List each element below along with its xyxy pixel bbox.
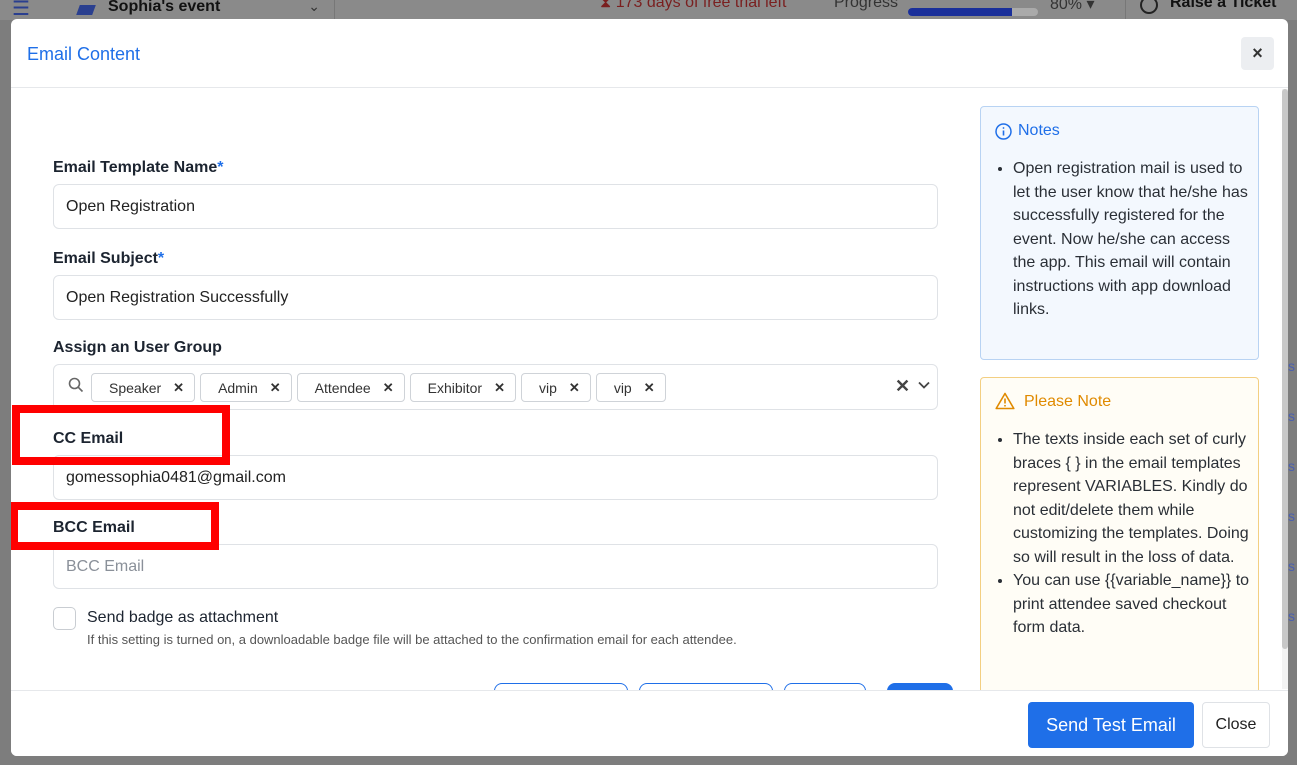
template-name-label: Email Template Name* — [53, 159, 224, 176]
remove-tag-icon[interactable]: ✕ — [494, 380, 505, 396]
warning-icon — [995, 392, 1015, 410]
close-button[interactable]: Close — [1202, 702, 1270, 748]
app-header: ☰ Sophia's event ⌄ ⧗ 173 days of free tr… — [0, 0, 1297, 20]
modal-title: Email Content — [27, 44, 141, 64]
badge-attachment-label: Send badge as attachment — [87, 609, 279, 626]
menu-icon[interactable]: ☰ — [12, 0, 30, 21]
note-item: Open registration mail is used to let th… — [1013, 157, 1251, 322]
raise-ticket-button[interactable]: Raise a Ticket — [1125, 0, 1297, 20]
user-group-tag: Exhibitor ✕ — [409, 373, 516, 402]
clear-icon[interactable]: ✕ — [895, 376, 910, 397]
progress-bar — [908, 8, 1038, 16]
remove-tag-icon[interactable]: ✕ — [173, 380, 184, 396]
raise-ticket-label: Raise a Ticket — [1170, 0, 1277, 11]
please-note-list: The texts inside each set of curly brace… — [996, 428, 1251, 640]
remove-tag-icon[interactable]: ✕ — [569, 380, 580, 396]
user-group-tag: Speaker ✕ — [91, 373, 196, 402]
event-icon — [76, 5, 96, 15]
note-item: You can use {{variable_name}} to print a… — [1013, 569, 1251, 640]
user-group-tags: Speaker ✕ Admin ✕ Attendee ✕ Exhibitor ✕ vip ✕ vip… — [91, 373, 666, 402]
info-icon — [995, 123, 1012, 140]
chevron-down-icon[interactable] — [918, 379, 930, 391]
user-group-label: Assign an User Group — [53, 339, 222, 356]
modal-footer: Send Test Email Close — [11, 690, 1288, 756]
please-note-title: Please Note — [1024, 393, 1112, 410]
subject-input[interactable]: Open Registration Successfully — [53, 275, 938, 320]
bg-link: s — [1288, 558, 1295, 574]
highlight-box — [12, 405, 230, 465]
close-icon[interactable]: × — [1241, 37, 1274, 70]
badge-attachment-help: If this setting is turned on, a download… — [87, 632, 737, 647]
badge-attachment-checkbox[interactable] — [53, 607, 76, 630]
scrollbar[interactable] — [1282, 89, 1288, 689]
remove-tag-icon[interactable]: ✕ — [383, 380, 394, 396]
search-icon — [68, 377, 84, 393]
tag-label: vip — [539, 379, 557, 396]
notes-list: Open registration mail is used to let th… — [996, 157, 1251, 322]
highlight-box — [11, 502, 219, 550]
headset-icon — [1140, 0, 1158, 14]
send-test-email-button[interactable]: Send Test Email — [1028, 702, 1194, 748]
chevron-down-icon: ⌄ — [308, 0, 320, 14]
notes-panel: Notes Open registration mail is used to … — [980, 106, 1259, 360]
bg-link: s — [1288, 608, 1295, 624]
email-content-modal: Email Content × Email Template Name* Ope… — [11, 19, 1288, 756]
event-selector[interactable]: Sophia's event ⌄ — [70, 0, 335, 20]
progress-value[interactable]: 80% ▾ — [1050, 0, 1095, 14]
scrollbar-thumb[interactable] — [1282, 89, 1288, 649]
bg-link: s — [1288, 458, 1295, 474]
tag-label: Admin — [218, 379, 258, 396]
bg-link: s — [1288, 358, 1295, 374]
user-group-tag: vip ✕ — [521, 373, 591, 402]
note-item: The texts inside each set of curly brace… — [1013, 428, 1251, 569]
notes-title: Notes — [1018, 122, 1060, 139]
template-name-input[interactable]: Open Registration — [53, 184, 938, 229]
user-group-select[interactable]: Speaker ✕ Admin ✕ Attendee ✕ Exhibitor ✕ vip ✕ vip… — [53, 364, 938, 410]
user-group-tag: Attendee ✕ — [296, 373, 405, 402]
user-group-tag: vip ✕ — [595, 373, 666, 402]
remove-tag-icon[interactable]: ✕ — [270, 380, 281, 396]
bg-link: s — [1288, 508, 1295, 524]
please-note-panel: Please Note The texts inside each set of… — [980, 377, 1259, 717]
event-name: Sophia's event — [108, 0, 221, 15]
bg-link: s — [1288, 408, 1295, 424]
progress-label: Progress — [834, 0, 899, 11]
trial-text: ⧗ 173 days of free trial left — [600, 0, 787, 11]
tag-label: Exhibitor — [427, 379, 483, 396]
progress-fill — [908, 8, 1012, 16]
modal-header: Email Content × — [11, 19, 1288, 88]
tag-label: Speaker — [109, 379, 162, 396]
bcc-email-input[interactable]: BCC Email — [53, 544, 938, 589]
subject-label: Email Subject* — [53, 250, 165, 267]
tag-label: Attendee — [314, 379, 371, 396]
user-group-tag: Admin ✕ — [200, 373, 292, 402]
remove-tag-icon[interactable]: ✕ — [644, 380, 655, 396]
tag-label: vip — [613, 379, 632, 396]
